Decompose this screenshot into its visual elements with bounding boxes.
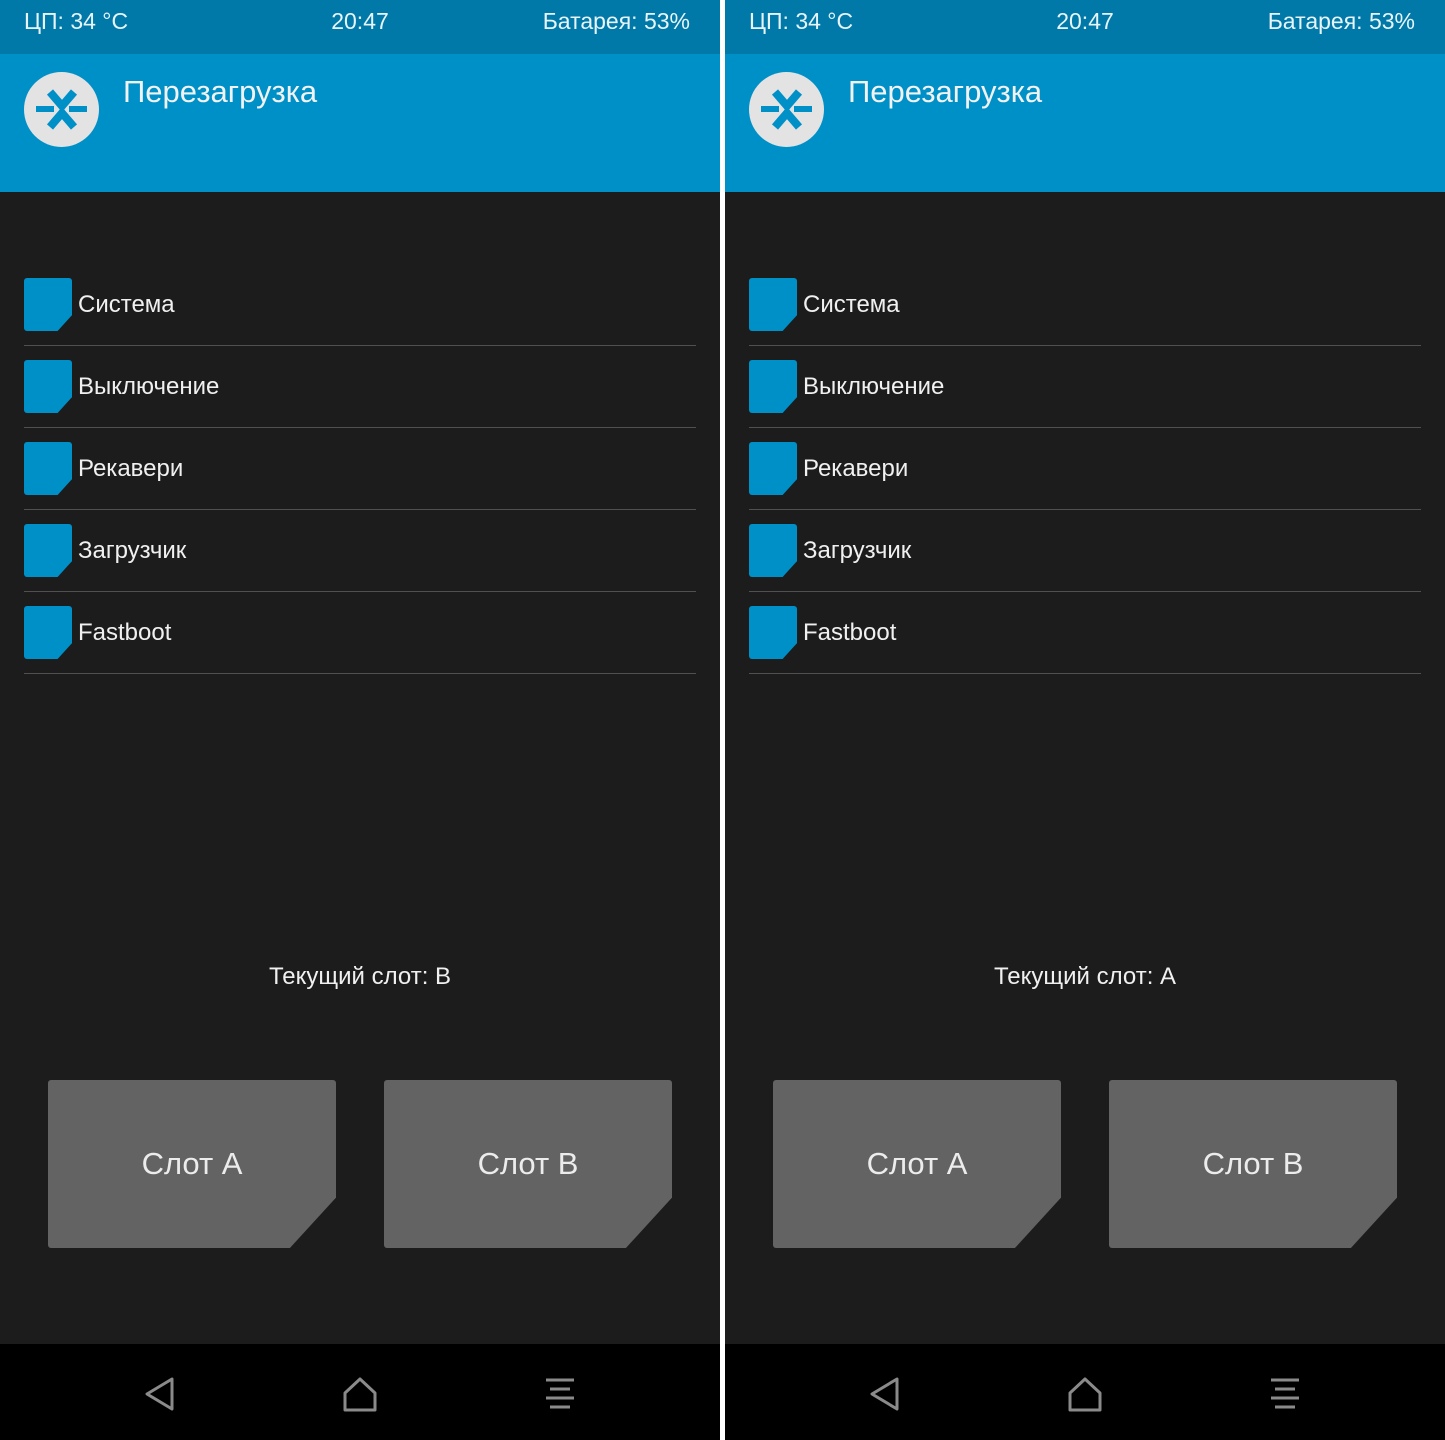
option-label: Система <box>78 291 175 318</box>
status-bar: ЦП: 34 °C 20:47 Батарея: 53% <box>725 0 1445 54</box>
reboot-recovery-option[interactable]: Рекавери <box>24 428 696 510</box>
option-marker-icon <box>24 442 72 495</box>
recovery-screen-left: ЦП: 34 °C 20:47 Батарея: 53% Перезагрузк… <box>0 0 720 1440</box>
reboot-bootloader-option[interactable]: Загрузчик <box>24 510 696 592</box>
recovery-screen-right: ЦП: 34 °C 20:47 Батарея: 53% Перезагрузк… <box>725 0 1445 1440</box>
option-label: Выключение <box>803 373 945 400</box>
slot-a-button[interactable]: Слот A <box>773 1080 1061 1248</box>
power-off-option[interactable]: Выключение <box>749 346 1421 428</box>
status-bar: ЦП: 34 °C 20:47 Батарея: 53% <box>0 0 720 54</box>
option-marker-icon <box>24 278 72 331</box>
reboot-system-option[interactable]: Система <box>24 264 696 346</box>
option-marker-icon <box>24 606 72 659</box>
option-marker-icon <box>749 278 797 331</box>
reboot-recovery-option[interactable]: Рекавери <box>749 428 1421 510</box>
reboot-options-list: Система Выключение Рекавери Загрузчик Fa… <box>749 264 1421 674</box>
battery-level: Батарея: 53% <box>542 8 690 34</box>
current-slot-label: Текущий слот: A <box>993 963 1177 990</box>
page-title: Перезагрузка <box>123 74 318 109</box>
option-marker-icon <box>24 360 72 413</box>
option-marker-icon <box>24 524 72 577</box>
option-marker-icon <box>749 606 797 659</box>
option-label: Система <box>803 291 900 318</box>
twrp-logo-icon <box>24 72 99 147</box>
reboot-options-list: Система Выключение Рекавери Загрузчик Fa… <box>24 264 696 674</box>
home-icon[interactable] <box>1063 1372 1107 1416</box>
back-icon[interactable] <box>863 1372 907 1416</box>
reboot-bootloader-option[interactable]: Загрузчик <box>749 510 1421 592</box>
option-label: Рекавери <box>78 455 184 482</box>
page-title: Перезагрузка <box>848 74 1043 109</box>
power-off-option[interactable]: Выключение <box>24 346 696 428</box>
slot-b-button[interactable]: Слот B <box>1109 1080 1397 1248</box>
reboot-fastboot-option[interactable]: Fastboot <box>749 592 1421 674</box>
reboot-fastboot-option[interactable]: Fastboot <box>24 592 696 674</box>
current-slot-label: Текущий слот: B <box>268 963 452 990</box>
option-label: Загрузчик <box>803 537 912 564</box>
option-label: Fastboot <box>78 619 172 646</box>
option-label: Выключение <box>78 373 220 400</box>
option-label: Fastboot <box>803 619 897 646</box>
option-marker-icon <box>749 360 797 413</box>
battery-level: Батарея: 53% <box>1267 8 1415 34</box>
option-marker-icon <box>749 524 797 577</box>
slot-b-button[interactable]: Слот B <box>384 1080 672 1248</box>
option-label: Рекавери <box>803 455 909 482</box>
menu-icon[interactable] <box>1263 1372 1307 1416</box>
home-icon[interactable] <box>338 1372 382 1416</box>
menu-icon[interactable] <box>538 1372 582 1416</box>
page-header: Перезагрузка <box>0 54 720 192</box>
navigation-bar <box>0 1344 720 1440</box>
option-label: Загрузчик <box>78 537 187 564</box>
page-header: Перезагрузка <box>725 54 1445 192</box>
twrp-logo-icon <box>749 72 824 147</box>
option-marker-icon <box>749 442 797 495</box>
slot-a-button[interactable]: Слот A <box>48 1080 336 1248</box>
navigation-bar <box>725 1344 1445 1440</box>
back-icon[interactable] <box>138 1372 182 1416</box>
reboot-system-option[interactable]: Система <box>749 264 1421 346</box>
